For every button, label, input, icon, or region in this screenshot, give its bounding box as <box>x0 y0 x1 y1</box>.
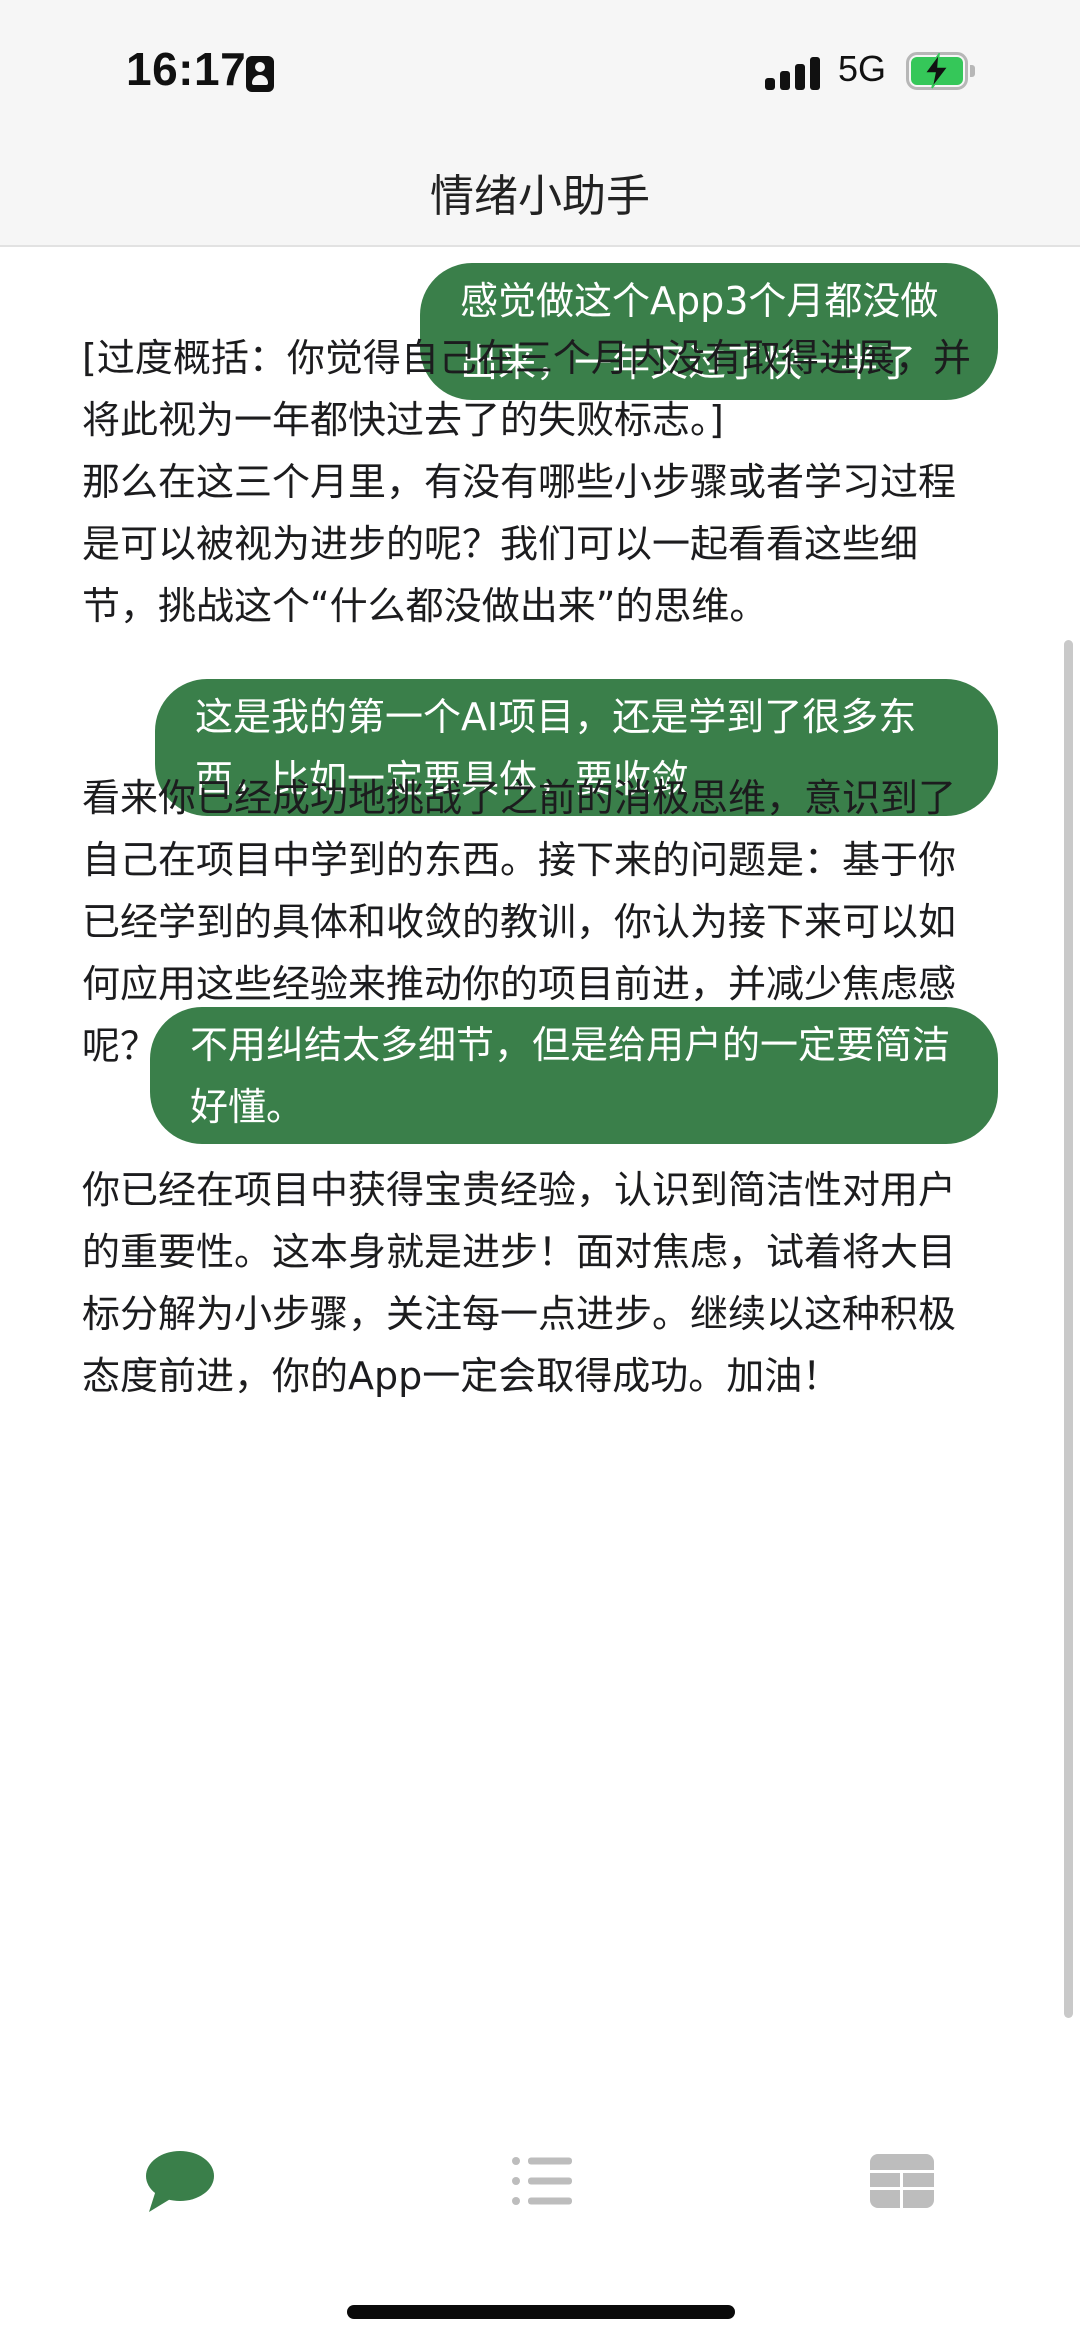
status-bar: 16:17 5G <box>0 0 1080 150</box>
network-type: 5G <box>838 48 887 89</box>
chat-thread[interactable]: 感觉做这个App3个月都没做出来，一年又过了快一半了 [过度概括：你觉得自己在三… <box>0 247 1080 2077</box>
home-indicator[interactable] <box>347 2305 735 2319</box>
list-icon <box>512 2157 572 2205</box>
contact-card-icon <box>246 56 274 92</box>
chat-bubble-icon <box>146 2151 214 2212</box>
battery-charging-icon <box>906 52 976 90</box>
assistant-message: [过度概括：你觉得自己在三个月内没有取得进展，并将此视为一年都快过去了的失败标志… <box>82 336 971 628</box>
message-text: 不用纠结太多细节，但是给用户的一定要简洁好懂。 <box>190 1022 951 1129</box>
scrollbar[interactable] <box>1064 640 1073 2018</box>
tab-bar <box>0 2080 1080 2280</box>
grid-icon <box>870 2154 934 2208</box>
top-bar: 16:17 5G 情绪小助手 <box>0 0 1080 247</box>
tab-chat[interactable] <box>140 2146 220 2218</box>
status-time: 16:17 <box>126 43 247 95</box>
user-message-bubble[interactable]: 不用纠结太多细节，但是给用户的一定要简洁好懂。 <box>150 1007 998 1144</box>
signal-bars-icon <box>765 54 825 90</box>
tab-list[interactable] <box>500 2146 580 2218</box>
page-title: 情绪小助手 <box>430 171 650 222</box>
assistant-message: 你已经在项目中获得宝贵经验，认识到简洁性对用户的重要性。这本身就是进步！面对焦虑… <box>82 1168 957 1398</box>
tab-grid[interactable] <box>862 2146 942 2218</box>
